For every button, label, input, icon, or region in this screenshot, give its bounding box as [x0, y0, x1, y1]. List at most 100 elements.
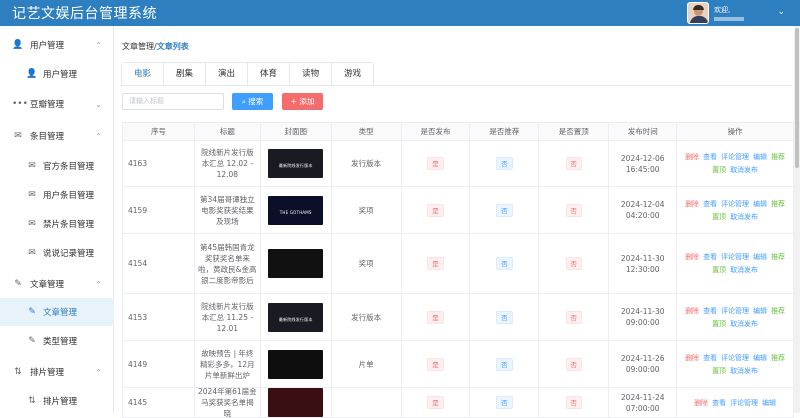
sidebar-item-schedule-management[interactable]: ⇅ 排片管理 — [0, 387, 114, 415]
cell-cover: THE GOTHAMS — [260, 187, 332, 234]
cell-published: 是 — [401, 234, 471, 294]
sidebar-group-label: 豆瓣管理 — [30, 100, 65, 110]
col-header-type: 类型 — [331, 123, 402, 141]
edit-link[interactable]: 编辑 — [753, 252, 767, 262]
recommend-link[interactable]: 推荐 — [771, 353, 785, 363]
sidebar-item-label: 禁片条目管理 — [43, 220, 95, 230]
sidebar-item-user-entries[interactable]: ✉ 用户条目管理 — [0, 181, 114, 209]
sidebar-item-official-entries[interactable]: ✉ 官方条目管理 — [0, 152, 114, 180]
pin-link[interactable]: 置顶 — [712, 319, 726, 329]
scrollbar-thumb[interactable] — [795, 28, 799, 168]
tab-show[interactable]: 演出 — [206, 63, 249, 86]
cell-type: 奖项 — [331, 187, 402, 234]
sidebar-item-article-management[interactable]: ✎ 文章管理 — [0, 298, 114, 326]
comment-manage-link[interactable]: 评论管理 — [721, 353, 749, 363]
recommended-badge: 否 — [496, 257, 513, 270]
view-link[interactable]: 查看 — [703, 306, 717, 316]
cover-image: 最新院线发行版本 — [268, 149, 324, 178]
edit-link[interactable]: 编辑 — [753, 152, 767, 162]
sidebar-item-banned-entries[interactable]: ✉ 禁片条目管理 — [0, 210, 114, 238]
view-link[interactable]: 查看 — [703, 152, 717, 162]
unpublish-link[interactable]: 取消发布 — [730, 366, 758, 376]
comment-manage-link[interactable]: 评论管理 — [730, 398, 758, 408]
view-link[interactable]: 查看 — [703, 353, 717, 363]
sidebar-group-schedule[interactable]: ⇅ 排片管理 ⌃ — [0, 357, 114, 387]
tab-game[interactable]: 游戏 — [332, 63, 374, 86]
comment-manage-link[interactable]: 评论管理 — [721, 152, 749, 162]
row-type: 片单 — [358, 359, 374, 369]
row-id: 4149 — [128, 359, 148, 369]
tab-movie[interactable]: 电影 — [122, 63, 165, 86]
view-link[interactable]: 查看 — [703, 199, 717, 209]
row-actions: 删除 查看 评论管理 编辑 推荐置顶 取消发布 — [680, 252, 790, 275]
row-time: 2024-12-06 16:45:00 — [620, 153, 665, 174]
unpublish-link[interactable]: 取消发布 — [730, 265, 758, 275]
search-icon: ⌕ — [241, 97, 246, 106]
breadcrumb-parent[interactable]: 文章管理/ — [122, 42, 157, 51]
unpublish-link[interactable]: 取消发布 — [730, 165, 758, 175]
search-input[interactable]: 请输入标题 — [122, 93, 224, 110]
sidebar-group-articles[interactable]: ✎ 文章管理 ⌃ — [0, 269, 114, 299]
sidebar-group-users[interactable]: 👤 用户管理 ⌃ — [0, 30, 114, 60]
cell-published: 是 — [401, 294, 471, 341]
pinned-badge: 否 — [565, 310, 583, 324]
person-icon: 👤 — [26, 69, 38, 79]
cell-id: 4159 — [123, 187, 195, 234]
delete-link[interactable]: 删除 — [685, 353, 699, 363]
sidebar-group-label: 排片管理 — [30, 368, 65, 378]
edit-link[interactable]: 编辑 — [753, 353, 767, 363]
tab-sports[interactable]: 体育 — [248, 63, 291, 86]
unpublish-link[interactable]: 取消发布 — [730, 319, 758, 329]
edit-icon: ✎ — [14, 279, 22, 289]
tab-series[interactable]: 剧集 — [164, 63, 207, 86]
recommend-link[interactable]: 推荐 — [771, 306, 785, 316]
avatar[interactable] — [687, 2, 709, 24]
edit-link[interactable]: 编辑 — [753, 306, 767, 316]
delete-link[interactable]: 删除 — [685, 306, 699, 316]
search-button[interactable]: ⌕ 搜索 — [232, 93, 273, 110]
pin-link[interactable]: 置顶 — [712, 165, 726, 175]
pin-link[interactable]: 置顶 — [712, 212, 726, 222]
app-title: 记艺文娱后台管理系统 — [12, 6, 157, 22]
comment-manage-link[interactable]: 评论管理 — [721, 199, 749, 209]
comment-manage-link[interactable]: 评论管理 — [721, 252, 749, 262]
sidebar-item-type-management[interactable]: ✎ 类型管理 — [0, 327, 114, 355]
edit-link[interactable]: 编辑 — [762, 398, 776, 408]
cover-image: 最新院线发行版本 — [268, 302, 324, 332]
welcome-text: 欢迎, — [714, 5, 731, 14]
published-badge: 是 — [427, 310, 444, 324]
edit-link[interactable]: 编辑 — [753, 199, 767, 209]
recommend-link[interactable]: 推荐 — [771, 199, 785, 209]
unpublish-link[interactable]: 取消发布 — [730, 212, 758, 222]
recommend-link[interactable]: 推荐 — [771, 152, 785, 162]
cover-image: THE GOTHAMS — [268, 195, 324, 225]
mail-icon: ✉ — [28, 161, 36, 171]
sidebar-group-entries[interactable]: ✉ 条目管理 ⌃ — [0, 121, 114, 151]
user-menu[interactable]: 欢迎, ⌄ — [687, 0, 787, 26]
pin-link[interactable]: 置顶 — [712, 366, 726, 376]
sidebar-group-douban[interactable]: ••• 豆瓣管理 ⌄ — [0, 89, 114, 119]
delete-link[interactable]: 删除 — [685, 152, 699, 162]
comment-manage-link[interactable]: 评论管理 — [721, 306, 749, 316]
delete-link[interactable]: 删除 — [685, 199, 699, 209]
view-link[interactable]: 查看 — [712, 398, 726, 408]
cell-recommended: 否 — [470, 341, 540, 388]
chevron-down-icon[interactable]: ⌄ — [777, 7, 785, 17]
row-actions: 删除 查看 评论管理 编辑 推荐置顶 取消发布 — [680, 306, 790, 329]
delete-link[interactable]: 删除 — [694, 398, 708, 408]
delete-link[interactable]: 删除 — [685, 252, 699, 262]
cell-type: 发行版本 — [331, 294, 402, 341]
cell-type — [331, 388, 402, 418]
sidebar-item-user-management[interactable]: 👤 用户管理 — [0, 60, 114, 88]
pin-link[interactable]: 置顶 — [712, 265, 726, 275]
recommend-link[interactable]: 推荐 — [771, 252, 785, 262]
row-time: 2024-11-26 09:00:00 — [620, 354, 665, 374]
sidebar-item-shuoshuo[interactable]: ✉ 说说记录管理 — [0, 239, 114, 267]
cell-pinned: 否 — [539, 141, 610, 187]
page-scrollbar[interactable] — [794, 26, 800, 413]
view-link[interactable]: 查看 — [703, 252, 717, 262]
add-button[interactable]: + 添加 — [282, 93, 323, 110]
tab-reading[interactable]: 读物 — [290, 63, 333, 86]
row-title: 第34届哥谭独立电影奖获奖结果及现场 — [200, 194, 255, 226]
row-type: 发行版本 — [351, 159, 382, 168]
